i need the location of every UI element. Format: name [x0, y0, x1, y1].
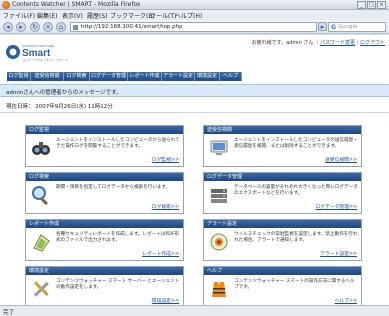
panel-link[interactable]: ログデータ管理>>: [315, 203, 357, 210]
current-datetime: 現在日時： 2007年9月26日(水) 11時12分: [6, 104, 113, 110]
window-titlebar: Contents Watcher | SMART - Mozilla Firef…: [0, 0, 389, 10]
maximize-button[interactable]: □: [367, 1, 376, 9]
menu-bookmarks[interactable]: ブックマーク(B): [110, 11, 155, 20]
panel-alert: アラート設定 ウイルスチェックの常駐監視を設定します。禁止動作を行われた場合、ア…: [203, 219, 362, 261]
panel-log-data: ログデータ管理 データベースの容量がそれぞれ大きくなった際にログデータのエクスポ…: [203, 172, 362, 214]
alert-icon: [210, 233, 228, 251]
menu-edit[interactable]: 編集(E): [37, 11, 57, 20]
logout-link[interactable]: ログアウト: [360, 40, 385, 46]
page-content: CONTENTS WATCHER Smart コンテンツウォッチャー スマート …: [0, 35, 389, 305]
tab-log-monitor[interactable]: ログ監視: [7, 72, 31, 81]
url-text: http://192.168.100.41/smart/top.php: [81, 24, 183, 30]
magnifier-icon: [32, 186, 48, 205]
panel-desc: ウイルスチェックの常駐監視を設定します。禁止動作を行われた場合、アラートで通知し…: [234, 232, 358, 243]
page-favicon: [73, 25, 78, 30]
firefox-icon: [2, 1, 10, 9]
panel-desc: エージェントをインストールしたコンピュータの送信履歴・受信履歴を検閲、または削除…: [234, 138, 358, 149]
login-info: お疲れ様です。admin さん ｜パスワード変更｜ログアウト: [251, 40, 385, 46]
panel-link[interactable]: アラート設定>>: [320, 250, 357, 257]
home-button[interactable]: ⌂: [56, 22, 66, 32]
divider: [0, 112, 389, 113]
panel-desc: 期間・項目を指定してログデータから検索を行います。: [56, 185, 171, 190]
panel-link[interactable]: ヘルプ>>: [335, 297, 357, 304]
menu-help[interactable]: ヘルプ(H): [175, 11, 202, 20]
panel-title: 環境設定: [26, 267, 183, 275]
tab-alert[interactable]: アラート設定: [162, 72, 195, 81]
close-button[interactable]: ×: [377, 1, 386, 9]
panel-link[interactable]: 環境設定>>: [152, 297, 179, 304]
menu-history[interactable]: 履歴(S): [87, 11, 108, 20]
panel-log-search: ログ検索 期間・項目を指定してログデータから検索を行います。 ログ検索>>: [25, 172, 184, 214]
tab-settings[interactable]: 環境設定: [195, 72, 220, 81]
status-bar: 完了: [0, 305, 389, 316]
url-bar[interactable]: http://192.168.100.41/smart/top.php: [70, 22, 317, 32]
window-title: Contents Watcher | SMART - Mozilla Firef…: [12, 1, 141, 8]
password-change-link[interactable]: パスワード変更: [320, 40, 355, 46]
search-box[interactable]: G Google: [328, 22, 386, 32]
back-button[interactable]: ◂: [3, 22, 13, 32]
panel-desc: データベースの容量がそれぞれ大きくなった際にログデータのエクスポートなどを行いま…: [234, 185, 358, 196]
reload-button[interactable]: ↻: [30, 22, 40, 32]
logo-subtitle: コンテンツウォッチャー スマート: [22, 57, 68, 62]
menu-view[interactable]: 表示(V): [62, 11, 83, 20]
panel-title: ログ検索: [26, 173, 183, 181]
menu-tools[interactable]: ツール(T): [150, 11, 176, 20]
panel-desc: コンテンツウォッチャー スマートの操作方法に関するヘルプです。: [234, 279, 355, 290]
database-icon: [211, 189, 227, 203]
google-icon: G: [331, 24, 336, 31]
panel-link[interactable]: ログ監視>>: [152, 156, 179, 163]
menu-bar: ファイル(F) 編集(E) 表示(V) 履歴(S) ブックマーク(B) ツール(…: [0, 10, 389, 20]
panel-link[interactable]: 送受信検閲>>: [325, 156, 357, 163]
tab-log-search[interactable]: ログ検索: [64, 72, 90, 81]
panel-help: ヘルプ コンテンツウォッチャー スマートの操作方法に関するヘルプです。 ヘルプ>…: [203, 266, 362, 305]
lifejacket-icon: [212, 282, 226, 297]
panel-link[interactable]: ログ検索>>: [152, 203, 179, 210]
panel-settings: 環境設定 コンテンツウォッチャー スマート サーバー とエージェントの動作設定を…: [25, 266, 184, 305]
welcome-banner: adminさんへの管理者からのメッセージです。: [0, 84, 389, 97]
report-icon: [33, 234, 50, 252]
panel-title: ログ監視: [26, 126, 183, 134]
smart-logo: CONTENTS WATCHER Smart コンテンツウォッチャー スマート: [6, 44, 68, 62]
tab-help[interactable]: ヘルプ: [220, 72, 242, 81]
monitor-icon: [210, 140, 228, 155]
navigation-bar: ◂ ▸ ↻ × ⌂ http://192.168.100.41/smart/to…: [0, 20, 389, 34]
login-greeting: お疲れ様です。admin さん: [251, 40, 314, 46]
welcome-message: adminさんへの管理者からのメッセージです。: [6, 90, 122, 96]
tab-report[interactable]: レポート作成: [128, 72, 162, 81]
tab-send-receive[interactable]: 送受信検閲: [31, 72, 64, 81]
panel-title: レポート作成: [26, 220, 183, 228]
panel-report: レポート作成 各種セキュリティレポートを作成します。レポートはPDF形式のファイ…: [25, 219, 184, 261]
tools-icon: [33, 281, 49, 297]
panel-send-receive: 送受信検閲 エージェントをインストールしたコンピュータの送信履歴・受信履歴を検閲…: [203, 125, 362, 167]
panel-title: ヘルプ: [204, 267, 361, 275]
panel-link[interactable]: レポート作成>>: [142, 250, 179, 257]
search-placeholder: Google: [338, 24, 358, 30]
minimize-button[interactable]: _: [357, 1, 366, 9]
stop-button[interactable]: ×: [43, 22, 53, 32]
panel-desc: 各種セキュリティレポートを作成します。レポートはPDF形式のファイルで出力されま…: [56, 232, 180, 243]
go-button[interactable]: ▸: [318, 22, 327, 31]
panel-title: 送受信検閲: [204, 126, 361, 134]
panel-title: ログデータ管理: [204, 173, 361, 181]
panel-desc: コンテンツウォッチャー スマート サーバー とエージェントの動作設定をします。: [56, 279, 180, 290]
menu-file[interactable]: ファイル(F): [3, 11, 35, 20]
panel-title: アラート設定: [204, 220, 361, 228]
panel-log-monitor: ログ監視 エージェントをインストールしたコンピュータから送られてきた操作ログを閲…: [25, 125, 184, 167]
forward-button[interactable]: ▸: [16, 22, 26, 32]
binoculars-icon: [32, 142, 50, 155]
panel-desc: エージェントをインストールしたコンピュータから送られてきた操作ログを閲覧すること…: [56, 138, 180, 149]
tab-log-data[interactable]: ログデータ管理: [90, 72, 128, 81]
status-text: 完了: [3, 310, 15, 316]
